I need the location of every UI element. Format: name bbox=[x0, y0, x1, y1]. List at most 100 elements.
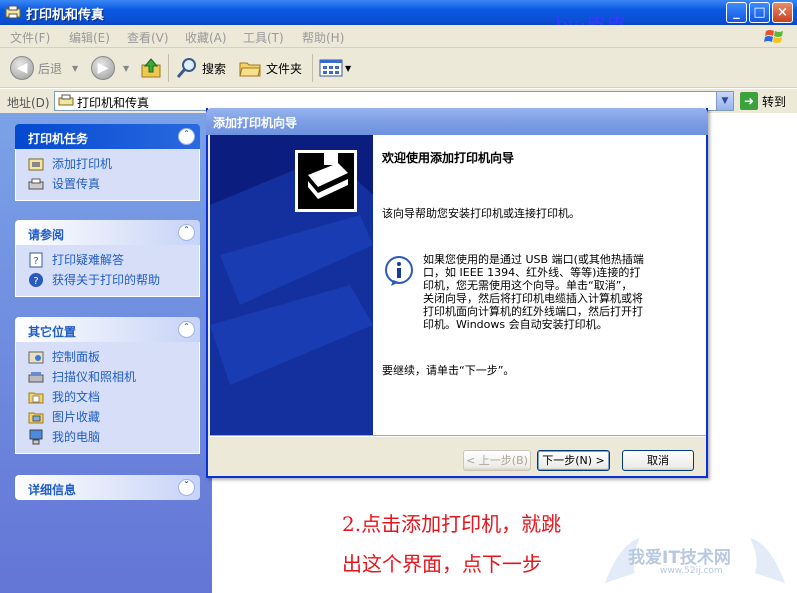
scanner-icon bbox=[28, 372, 44, 383]
info-line: 如果您使用的是通过 USB 端口(或其他热插端 bbox=[423, 253, 644, 266]
sidebar-item-label: 我的文档 bbox=[52, 390, 101, 404]
up-folder-icon bbox=[141, 58, 161, 78]
expand-chevron-icon[interactable]: ˇ bbox=[178, 479, 195, 496]
back-arrow-icon: ◀ bbox=[10, 56, 34, 80]
fax-icon bbox=[28, 178, 44, 190]
annotation-line-1: 2.点击添加打印机，就跳 bbox=[342, 512, 562, 536]
group-body: 添加打印机 设置传真 bbox=[15, 149, 200, 201]
wizard-continue-text: 要继续，请单击“下一步”。 bbox=[382, 364, 515, 377]
menu-edit[interactable]: 编辑(E) bbox=[69, 29, 110, 46]
up-folder-button[interactable] bbox=[140, 55, 162, 81]
other-places-group: 其它位置 ˆ 控制面板 扫描仪和照相机 我的文档 图片收藏 我的电脑 bbox=[15, 317, 200, 454]
collapse-chevron-icon[interactable]: ˆ bbox=[178, 128, 195, 145]
menu-tools[interactable]: 工具(T) bbox=[243, 29, 284, 46]
address-dropdown-icon[interactable]: ▼ bbox=[716, 92, 733, 110]
sidebar-item-scanners-cameras[interactable]: 扫描仪和照相机 bbox=[16, 367, 199, 387]
window-title: 打印机和传真 bbox=[26, 8, 105, 23]
back-button[interactable]: ◀ 后退 ▼ bbox=[10, 55, 78, 81]
other-places-header[interactable]: 其它位置 ˆ bbox=[15, 317, 200, 342]
toolbar: ◀ 后退 ▼ ▶ ▼ 搜索 文件夹 ▼ bbox=[0, 48, 797, 88]
wizard-intro-text: 该向导帮助您安装打印机或连接打印机。 bbox=[382, 207, 580, 220]
details-group: 详细信息 ˇ bbox=[15, 475, 200, 500]
sidebar-item-my-documents[interactable]: 我的文档 bbox=[16, 387, 199, 407]
sidebar-item-my-computer[interactable]: 我的电脑 bbox=[16, 427, 199, 447]
sidebar-item-control-panel[interactable]: 控制面板 bbox=[16, 347, 199, 367]
back-step-button[interactable]: < 上一步(B) bbox=[463, 450, 531, 471]
sidebar-item-setup-fax[interactable]: 设置传真 bbox=[16, 174, 199, 194]
add-printer-icon bbox=[28, 158, 44, 171]
see-also-group: 请参阅 ˆ ? 打印疑难解答 ? 获得关于打印的帮助 bbox=[15, 220, 200, 297]
sidebar-item-label: 扫描仪和照相机 bbox=[52, 370, 137, 384]
sidebar-item-label: 控制面板 bbox=[52, 350, 101, 364]
folders-label: 文件夹 bbox=[266, 61, 303, 76]
address-value: 打印机和传真 bbox=[77, 96, 150, 110]
close-button[interactable]: × bbox=[772, 2, 793, 23]
wizard-info-text: 如果您使用的是通过 USB 端口(或其他热插端 口，如 IEEE 1394、红外… bbox=[423, 253, 698, 331]
sidebar-item-add-printer[interactable]: 添加打印机 bbox=[16, 154, 199, 174]
maximize-button[interactable]: □ bbox=[749, 2, 770, 23]
sidebar-item-label: 打印疑难解答 bbox=[52, 253, 125, 267]
title-bar: 打印机和传真 by:皮皮 _ □ × bbox=[0, 0, 797, 36]
go-button[interactable]: ➜ 转到 bbox=[740, 92, 786, 110]
sidebar-item-label: 图片收藏 bbox=[52, 410, 101, 424]
control-panel-icon bbox=[28, 351, 44, 364]
folders-button[interactable]: 文件夹 bbox=[238, 55, 302, 81]
menu-bar: 文件(F) 编辑(E) 查看(V) 收藏(A) 工具(T) 帮助(H) bbox=[0, 25, 797, 48]
views-button[interactable]: ▼ bbox=[319, 55, 351, 81]
site-watermark: 我爱IT技术网 www.52ij.com bbox=[600, 533, 790, 589]
views-dropdown-icon: ▼ bbox=[345, 63, 352, 73]
minimize-button[interactable]: _ bbox=[726, 2, 747, 23]
address-label: 地址(D) bbox=[7, 96, 50, 110]
help-book-icon: ? bbox=[29, 252, 43, 268]
info-icon bbox=[385, 256, 413, 286]
printer-tasks-header[interactable]: 打印机任务 ˆ bbox=[15, 124, 200, 149]
search-label: 搜索 bbox=[202, 61, 227, 76]
menu-file[interactable]: 文件(F) bbox=[10, 29, 50, 46]
sidebar-item-my-pictures[interactable]: 图片收藏 bbox=[16, 407, 199, 427]
watermark-url: www.52ij.com bbox=[660, 566, 723, 576]
my-pictures-icon bbox=[28, 412, 44, 424]
dialog-title-bar: 添加打印机向导 bbox=[206, 108, 708, 135]
sidebar-item-troubleshoot[interactable]: ? 打印疑难解答 bbox=[16, 250, 199, 270]
group-body: 控制面板 扫描仪和照相机 我的文档 图片收藏 我的电脑 bbox=[15, 342, 200, 454]
details-header[interactable]: 详细信息 ˇ bbox=[15, 475, 200, 500]
my-documents-icon bbox=[28, 392, 44, 404]
search-button[interactable]: 搜索 bbox=[176, 55, 226, 81]
menu-view[interactable]: 查看(V) bbox=[127, 29, 169, 46]
svg-text:?: ? bbox=[33, 276, 38, 287]
next-step-button[interactable]: 下一步(N) > bbox=[537, 450, 610, 471]
sidebar-item-label: 添加打印机 bbox=[52, 157, 113, 171]
search-icon bbox=[176, 58, 196, 78]
menu-help[interactable]: 帮助(H) bbox=[302, 29, 344, 46]
info-line: 印机，您无需使用这个向导。单击“取消”， bbox=[423, 279, 633, 292]
folder-icon bbox=[239, 62, 261, 77]
forward-arrow-icon: ▶ bbox=[91, 56, 115, 80]
group-title: 详细信息 bbox=[28, 483, 77, 497]
printer-folder-icon bbox=[58, 94, 74, 106]
sidebar-item-label: 获得关于打印的帮助 bbox=[52, 273, 161, 287]
printer-folder-icon bbox=[5, 5, 21, 19]
my-computer-icon bbox=[29, 429, 43, 445]
back-dropdown-icon[interactable]: ▼ bbox=[72, 64, 78, 73]
collapse-chevron-icon[interactable]: ˆ bbox=[178, 321, 195, 338]
svg-text:?: ? bbox=[33, 256, 38, 267]
windows-logo-icon bbox=[764, 30, 783, 43]
watermark-text: 我爱IT技术网 bbox=[628, 548, 731, 568]
go-arrow-icon: ➜ bbox=[740, 92, 758, 110]
wizard-heading: 欢迎使用添加打印机向导 bbox=[382, 151, 515, 165]
toolbar-separator bbox=[168, 54, 169, 82]
info-line: 口，如 IEEE 1394、红外线、等等)连接的打 bbox=[423, 266, 641, 279]
forward-button[interactable]: ▶ ▼ bbox=[91, 55, 129, 81]
group-title: 打印机任务 bbox=[28, 132, 89, 146]
forward-dropdown-icon[interactable]: ▼ bbox=[123, 64, 129, 73]
go-label: 转到 bbox=[762, 94, 787, 109]
menu-favorites[interactable]: 收藏(A) bbox=[185, 29, 227, 46]
group-body: ? 打印疑难解答 ? 获得关于打印的帮助 bbox=[15, 245, 200, 297]
cancel-button[interactable]: 取消 bbox=[622, 450, 694, 471]
task-pane: 打印机任务 ˆ 添加打印机 设置传真 请参阅 ˆ ? 打印疑难解答 ? 获得关于… bbox=[0, 113, 212, 593]
collapse-chevron-icon[interactable]: ˆ bbox=[178, 224, 195, 241]
sidebar-item-print-help[interactable]: ? 获得关于打印的帮助 bbox=[16, 270, 199, 290]
see-also-header[interactable]: 请参阅 ˆ bbox=[15, 220, 200, 245]
help-circle-icon: ? bbox=[29, 273, 43, 287]
dialog-separator bbox=[210, 435, 706, 437]
